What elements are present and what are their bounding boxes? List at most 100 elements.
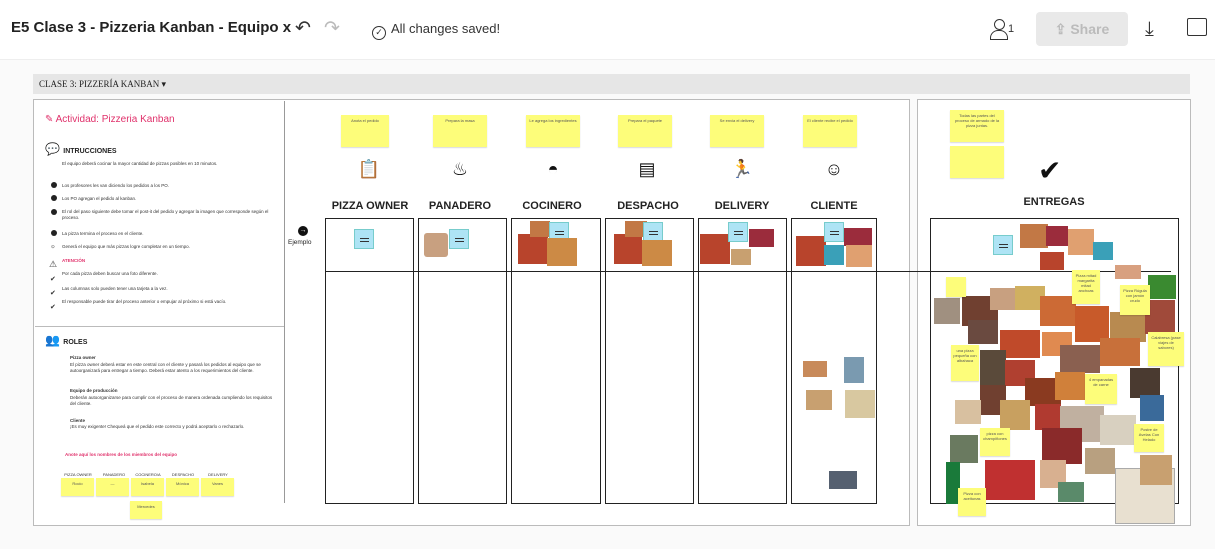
order-card[interactable]: [728, 222, 748, 242]
section-header: CLASE 3: PIZZERÍA KANBAN ▾: [33, 74, 1190, 94]
column-lane-panadero[interactable]: [418, 218, 507, 504]
collage-image[interactable]: [980, 350, 1006, 386]
warning-icon: ⚠: [49, 259, 58, 269]
delivery-image[interactable]: [829, 471, 857, 489]
share-label: Share: [1070, 21, 1110, 37]
checkmark-icon: ✔: [1038, 155, 1062, 186]
order-card[interactable]: [354, 229, 374, 249]
step-bullet: [51, 182, 57, 188]
attention-text: Por cada pizza deben buscar una foto dif…: [62, 271, 158, 276]
dough-image[interactable]: [424, 233, 448, 257]
scattered-note[interactable]: Pizza Rúgula con jamón crudo: [1120, 285, 1150, 315]
column-lane-pizza-owner[interactable]: [325, 218, 414, 504]
team-member-note[interactable]: —: [96, 478, 129, 496]
scattered-note[interactable]: Pizza con aceitunas: [958, 488, 986, 516]
tomato-image[interactable]: [796, 236, 826, 266]
document-title[interactable]: E5 Clase 3 - Pizzeria Kanban - Equipo x: [11, 19, 291, 36]
collage-image[interactable]: [1058, 482, 1084, 502]
column-note[interactable]: Anota el pedido: [341, 115, 389, 147]
team-member-note[interactable]: Isabela: [131, 478, 164, 496]
column-note[interactable]: Prepara el paquete: [618, 115, 672, 147]
team-member-note[interactable]: Rocio: [61, 478, 94, 496]
scattered-note[interactable]: [946, 277, 966, 297]
pizza-box-image[interactable]: [845, 390, 875, 418]
team-member-note[interactable]: Vanes: [201, 478, 234, 496]
share-button[interactable]: ⇪ Share: [1036, 12, 1128, 46]
team-member-note[interactable]: Mónica: [166, 478, 199, 496]
order-card[interactable]: [993, 235, 1013, 255]
scattered-note[interactable]: 4 empanadas de carne: [1085, 374, 1117, 404]
box-image[interactable]: [731, 249, 751, 265]
order-card[interactable]: [824, 222, 844, 242]
collage-image[interactable]: [1000, 330, 1040, 358]
collaborators-button[interactable]: 1: [990, 19, 1014, 40]
step-text: La pizza termina el proceso en el client…: [62, 231, 144, 236]
delivery-image[interactable]: [824, 245, 844, 265]
column-note[interactable]: Se envia el delivery: [710, 115, 764, 147]
collage-image[interactable]: [1148, 275, 1176, 299]
role-name: Pizza owner: [70, 355, 96, 360]
delivery-image[interactable]: [1093, 242, 1113, 260]
collage-image[interactable]: [1140, 395, 1164, 421]
section-label: CLASE 3: PIZZERÍA KANBAN: [39, 79, 160, 89]
role-desc: Deberán autoorganizarse para cumplir con…: [70, 395, 273, 406]
pizza-image[interactable]: [803, 361, 827, 377]
column-note[interactable]: Prepara la masa: [433, 115, 487, 147]
deliveries-blank-note[interactable]: [950, 146, 1004, 178]
attention-text: El responsable puede tirar del proceso a…: [62, 299, 227, 304]
collage-image[interactable]: [1035, 404, 1061, 430]
collage-image[interactable]: [990, 288, 1018, 310]
deliveries-note[interactable]: Todas las partes del proceso de armado d…: [950, 110, 1004, 142]
collage-image[interactable]: [950, 435, 978, 463]
instructions-title-text: INTRUCCIONES: [63, 148, 117, 155]
undo-icon[interactable]: ↶: [292, 18, 314, 40]
scattered-note[interactable]: una pizza pequeña con albahaca: [951, 345, 979, 381]
order-card[interactable]: [449, 229, 469, 249]
check-icon: ✔: [50, 276, 56, 283]
column-note[interactable]: El cliente recibe el pedido: [803, 115, 857, 147]
scattered-note[interactable]: Pizza mitad margarita mitad anchoas: [1072, 270, 1100, 304]
tomato-image[interactable]: [614, 234, 642, 264]
collage-image[interactable]: [1130, 368, 1160, 398]
order-card[interactable]: [643, 222, 663, 242]
client-image[interactable]: [846, 245, 872, 267]
collage-image[interactable]: [1000, 400, 1030, 430]
meat-image[interactable]: [844, 228, 872, 246]
collage-image[interactable]: [1085, 448, 1115, 474]
download-icon[interactable]: ⤓: [1145, 18, 1154, 41]
tomato-image[interactable]: [700, 234, 730, 264]
comment-icon[interactable]: [1187, 18, 1207, 36]
collage-image[interactable]: [1042, 428, 1082, 464]
client-image[interactable]: [844, 357, 864, 383]
collage-image[interactable]: [1100, 338, 1140, 366]
meat-image[interactable]: [749, 229, 774, 247]
meat-image[interactable]: [1046, 226, 1068, 246]
collage-image[interactable]: [1075, 306, 1109, 342]
step-bullet: [51, 230, 57, 236]
step-text: Generá el equipo que más pizzas logre co…: [62, 244, 190, 249]
redo-icon[interactable]: ↷: [321, 18, 343, 40]
scattered-note[interactable]: pizza con champiñones: [980, 428, 1010, 456]
collage-image[interactable]: [934, 298, 960, 324]
collage-image[interactable]: [1055, 372, 1085, 400]
collage-image[interactable]: [955, 400, 981, 424]
collage-image[interactable]: [1040, 296, 1076, 326]
collage-image[interactable]: [968, 320, 998, 344]
pizza-image[interactable]: [642, 240, 672, 266]
pizza-image[interactable]: [1020, 224, 1048, 248]
collage-image[interactable]: [985, 460, 1035, 500]
collage-image[interactable]: [1115, 265, 1141, 279]
collage-image[interactable]: [1060, 345, 1100, 373]
collage-image[interactable]: [1140, 455, 1172, 485]
scattered-note[interactable]: Calabresa (pase viajes de sabores): [1148, 332, 1184, 366]
scattered-note[interactable]: Postre de Avelas Con Helado: [1134, 424, 1164, 452]
pizza-image[interactable]: [530, 221, 550, 237]
team-member-note[interactable]: Mercedes: [130, 501, 162, 519]
box-image[interactable]: [806, 390, 832, 410]
collage-image[interactable]: [1100, 415, 1136, 445]
tomato-image[interactable]: [1040, 252, 1064, 270]
client-image[interactable]: [1068, 229, 1094, 255]
pizza-image[interactable]: [547, 238, 577, 266]
tomato-image[interactable]: [518, 234, 548, 264]
column-note[interactable]: Le agrega los ingredientes: [526, 115, 580, 147]
